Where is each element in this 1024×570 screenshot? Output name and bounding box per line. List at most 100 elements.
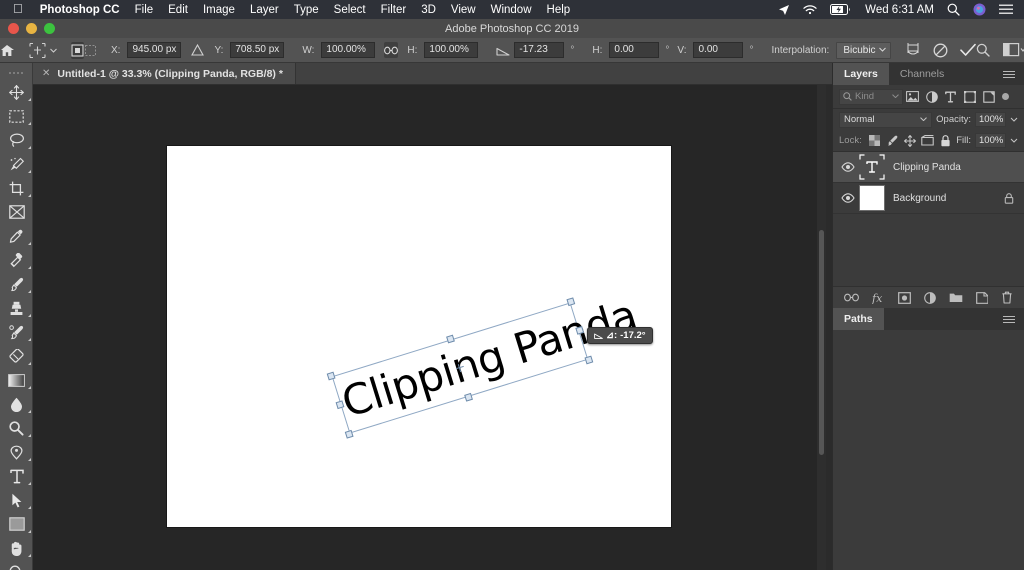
lock-artboard-nesting-icon[interactable] <box>921 133 935 149</box>
menu-select[interactable]: Select <box>334 4 366 16</box>
crop-tool[interactable] <box>0 176 33 200</box>
document-tab[interactable]: ✕ Untitled-1 @ 33.3% (Clipping Panda, RG… <box>33 63 296 84</box>
new-group-icon[interactable] <box>949 292 963 303</box>
x-input[interactable]: 945.00 px <box>127 42 182 58</box>
menu-view[interactable]: View <box>451 4 476 16</box>
white-fill-thumbnail[interactable] <box>859 185 885 211</box>
commit-transform-icon[interactable] <box>959 43 976 57</box>
close-window-button[interactable] <box>8 23 19 34</box>
menu-layer[interactable]: Layer <box>250 4 279 16</box>
eraser-tool[interactable] <box>0 344 33 368</box>
opacity-value[interactable]: 100% <box>975 112 1006 127</box>
brush-tool[interactable] <box>0 272 33 296</box>
horizontal-type-tool[interactable] <box>0 464 33 488</box>
search-icon[interactable] <box>976 43 990 57</box>
menu-type[interactable]: Type <box>294 4 319 16</box>
panel-drag-grip[interactable] <box>0 69 32 77</box>
menu-filter[interactable]: Filter <box>381 4 407 16</box>
scrollbar-thumb[interactable] <box>819 230 824 455</box>
filter-smart-object-icon[interactable] <box>979 88 998 106</box>
lock-transparent-pixels-icon[interactable] <box>868 133 882 149</box>
dodge-tool[interactable] <box>0 416 33 440</box>
menu-file[interactable]: File <box>135 4 154 16</box>
eyedropper-tool[interactable] <box>0 224 33 248</box>
minimize-window-button[interactable] <box>26 23 37 34</box>
panel-menu-icon[interactable] <box>1003 63 1024 85</box>
warp-mode-icon[interactable] <box>905 42 921 58</box>
eye-icon[interactable] <box>837 193 859 203</box>
fill-chevron-icon[interactable] <box>1010 138 1018 143</box>
height-input[interactable]: 100.00% <box>424 42 479 58</box>
chevron-down-icon[interactable] <box>50 48 57 53</box>
new-layer-icon[interactable] <box>976 291 988 304</box>
auto-select-icon[interactable] <box>71 41 84 59</box>
menu-app-name[interactable]: Photoshop CC <box>40 4 120 16</box>
filter-shape-layers-icon[interactable] <box>960 88 979 106</box>
control-center-icon[interactable] <box>999 4 1013 15</box>
battery-charging-icon[interactable] <box>830 4 852 15</box>
tab-paths[interactable]: Paths <box>833 308 884 330</box>
wifi-icon[interactable] <box>803 4 817 15</box>
quick-selection-tool[interactable] <box>0 152 33 176</box>
siri-icon[interactable] <box>973 3 986 16</box>
link-layers-icon[interactable] <box>844 293 859 302</box>
lock-image-pixels-icon[interactable] <box>885 133 899 149</box>
cancel-transform-icon[interactable] <box>933 43 948 58</box>
gradient-tool[interactable] <box>0 368 33 392</box>
zoom-window-button[interactable] <box>44 23 55 34</box>
workspace-layout-icon[interactable] <box>1002 43 1024 57</box>
close-icon[interactable]: ✕ <box>42 68 50 79</box>
menu-image[interactable]: Image <box>203 4 235 16</box>
tool-preset-picker[interactable] <box>24 42 61 59</box>
hand-tool[interactable] <box>0 536 33 560</box>
layer-name[interactable]: Background <box>893 193 1004 204</box>
width-input[interactable]: 100.00% <box>321 42 376 58</box>
filter-pixel-layers-icon[interactable] <box>903 88 922 106</box>
opacity-chevron-icon[interactable] <box>1010 117 1018 122</box>
paths-panel-body[interactable] <box>833 330 1024 514</box>
menu-3d[interactable]: 3D <box>421 4 436 16</box>
rotation-input[interactable]: -17.23 <box>514 42 565 58</box>
pen-tool[interactable] <box>0 440 33 464</box>
rectangle-tool[interactable] <box>0 512 33 536</box>
menu-edit[interactable]: Edit <box>168 4 188 16</box>
add-layer-mask-icon[interactable] <box>898 291 911 304</box>
filter-adjustment-layers-icon[interactable] <box>922 88 941 106</box>
workspace-vertical-scrollbar[interactable] <box>817 85 826 570</box>
zoom-tool[interactable] <box>0 560 33 570</box>
text-layer-content[interactable]: Clipping Panda <box>335 286 644 432</box>
delete-layer-icon[interactable] <box>1001 291 1013 304</box>
spot-healing-brush-tool[interactable] <box>0 248 33 272</box>
layer-filter-kind-select[interactable]: Kind <box>839 88 903 105</box>
layer-row-clipping-panda[interactable]: Clipping Panda <box>833 152 1024 183</box>
skew-h-input[interactable]: 0.00 <box>609 42 660 58</box>
show-transform-controls-icon[interactable] <box>84 42 97 59</box>
type-layer-thumbnail[interactable] <box>859 154 885 180</box>
history-brush-tool[interactable] <box>0 320 33 344</box>
layer-style-fx-icon[interactable]: fx <box>872 292 885 304</box>
panel-menu-icon[interactable] <box>1003 308 1024 330</box>
blur-tool[interactable] <box>0 392 33 416</box>
interpolation-select[interactable]: Bicubic <box>836 41 891 59</box>
layer-name[interactable]: Clipping Panda <box>893 162 1024 173</box>
canvas-workspace[interactable]: Clipping Panda ⊿: -17.2° <box>33 85 826 570</box>
location-arrow-icon[interactable] <box>778 4 790 16</box>
menu-help[interactable]: Help <box>547 4 571 16</box>
home-icon[interactable] <box>0 44 14 57</box>
eye-icon[interactable] <box>837 162 859 172</box>
link-icon[interactable] <box>384 42 399 58</box>
lock-position-icon[interactable] <box>903 133 917 149</box>
relative-position-icon[interactable] <box>191 44 205 56</box>
apple-logo-icon[interactable]:  <box>13 2 23 15</box>
menu-window[interactable]: Window <box>491 4 532 16</box>
y-input[interactable]: 708.50 px <box>230 42 285 58</box>
fill-value[interactable]: 100% <box>975 133 1007 148</box>
frame-tool[interactable] <box>0 200 33 224</box>
layer-row-background[interactable]: Background <box>833 183 1024 214</box>
search-icon[interactable] <box>947 3 960 16</box>
path-selection-tool[interactable] <box>0 488 33 512</box>
clone-stamp-tool[interactable] <box>0 296 33 320</box>
tab-channels[interactable]: Channels <box>889 63 955 85</box>
new-adjustment-layer-icon[interactable] <box>924 291 936 304</box>
lock-all-icon[interactable] <box>939 133 953 149</box>
